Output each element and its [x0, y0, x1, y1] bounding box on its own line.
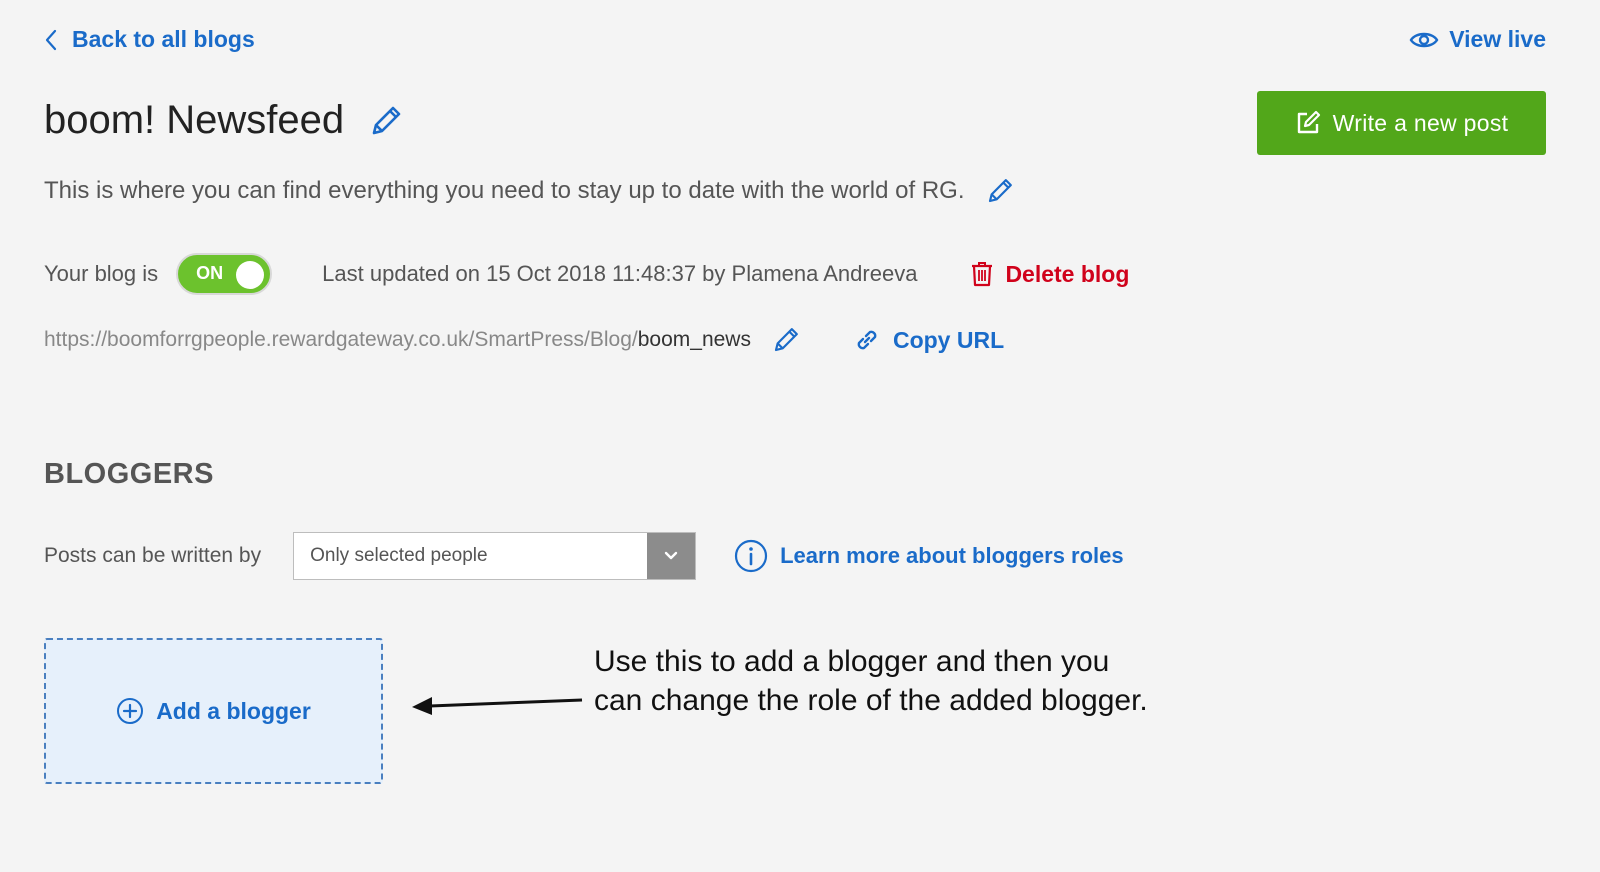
delete-blog-label: Delete blog: [1005, 260, 1130, 287]
bloggers-heading: BLOGGERS: [44, 458, 214, 490]
blog-description: This is where you can find everything yo…: [44, 177, 965, 204]
bloggers-select-value: Only selected people: [310, 545, 488, 566]
plus-circle-icon: [116, 697, 144, 725]
write-new-post-label: Write a new post: [1332, 109, 1509, 136]
chevron-down-icon[interactable]: [647, 533, 696, 579]
blog-title-row: boom! Newsfeed: [44, 98, 404, 143]
copy-url-link[interactable]: Copy URL: [853, 326, 1004, 354]
blog-status-prefix: Your blog is: [44, 261, 159, 286]
bloggers-select[interactable]: Only selected people: [293, 532, 697, 580]
edit-description-pencil-icon[interactable]: [985, 176, 1015, 206]
blog-url-slug: boom_news: [637, 328, 751, 351]
blog-description-row: This is where you can find everything yo…: [44, 176, 1015, 206]
add-blogger-label: Add a blogger: [156, 697, 311, 724]
edit-title-pencil-icon[interactable]: [368, 103, 404, 139]
add-blogger-card[interactable]: Add a blogger: [44, 638, 383, 784]
write-new-post-button[interactable]: Write a new post: [1257, 91, 1546, 155]
annotation-arrow-icon: [412, 697, 583, 715]
blog-status-row: Your blog is ON Last updated on 15 Oct 2…: [44, 252, 1129, 296]
view-live-label: View live: [1449, 26, 1546, 52]
annotation-text: Use this to add a blogger and then you c…: [594, 645, 1148, 717]
trash-icon: [971, 261, 993, 287]
delete-blog-link[interactable]: Delete blog: [971, 261, 1129, 288]
blog-title: boom! Newsfeed: [44, 98, 345, 142]
eye-icon: [1409, 30, 1439, 50]
learn-more-roles-link[interactable]: Learn more about bloggers roles: [734, 539, 1124, 573]
back-link-label: Back to all blogs: [72, 26, 255, 52]
posts-written-by-label: Posts can be written by: [44, 544, 262, 567]
link-icon: [853, 326, 881, 354]
chevron-left-icon: [44, 29, 58, 51]
view-live-link[interactable]: View live: [1409, 26, 1546, 53]
info-icon: [734, 539, 768, 573]
blog-url-row: https://boomforrgpeople.rewardgateway.co…: [44, 325, 1004, 355]
learn-more-label: Learn more about bloggers roles: [780, 543, 1124, 568]
blog-url-base: https://boomforrgpeople.rewardgateway.co…: [44, 328, 638, 351]
toggle-knob: [236, 261, 265, 289]
edit-url-pencil-icon[interactable]: [771, 325, 801, 355]
edit-square-icon: [1295, 110, 1321, 136]
back-to-blogs-link[interactable]: Back to all blogs: [44, 26, 255, 53]
copy-url-label: Copy URL: [892, 326, 1005, 353]
posts-permission-row: Posts can be written by Only selected pe…: [44, 532, 1124, 580]
toggle-on-label: ON: [196, 263, 224, 283]
last-updated-text: Last updated on 15 Oct 2018 11:48:37 by …: [322, 261, 918, 286]
blog-enabled-toggle[interactable]: ON: [176, 253, 273, 295]
